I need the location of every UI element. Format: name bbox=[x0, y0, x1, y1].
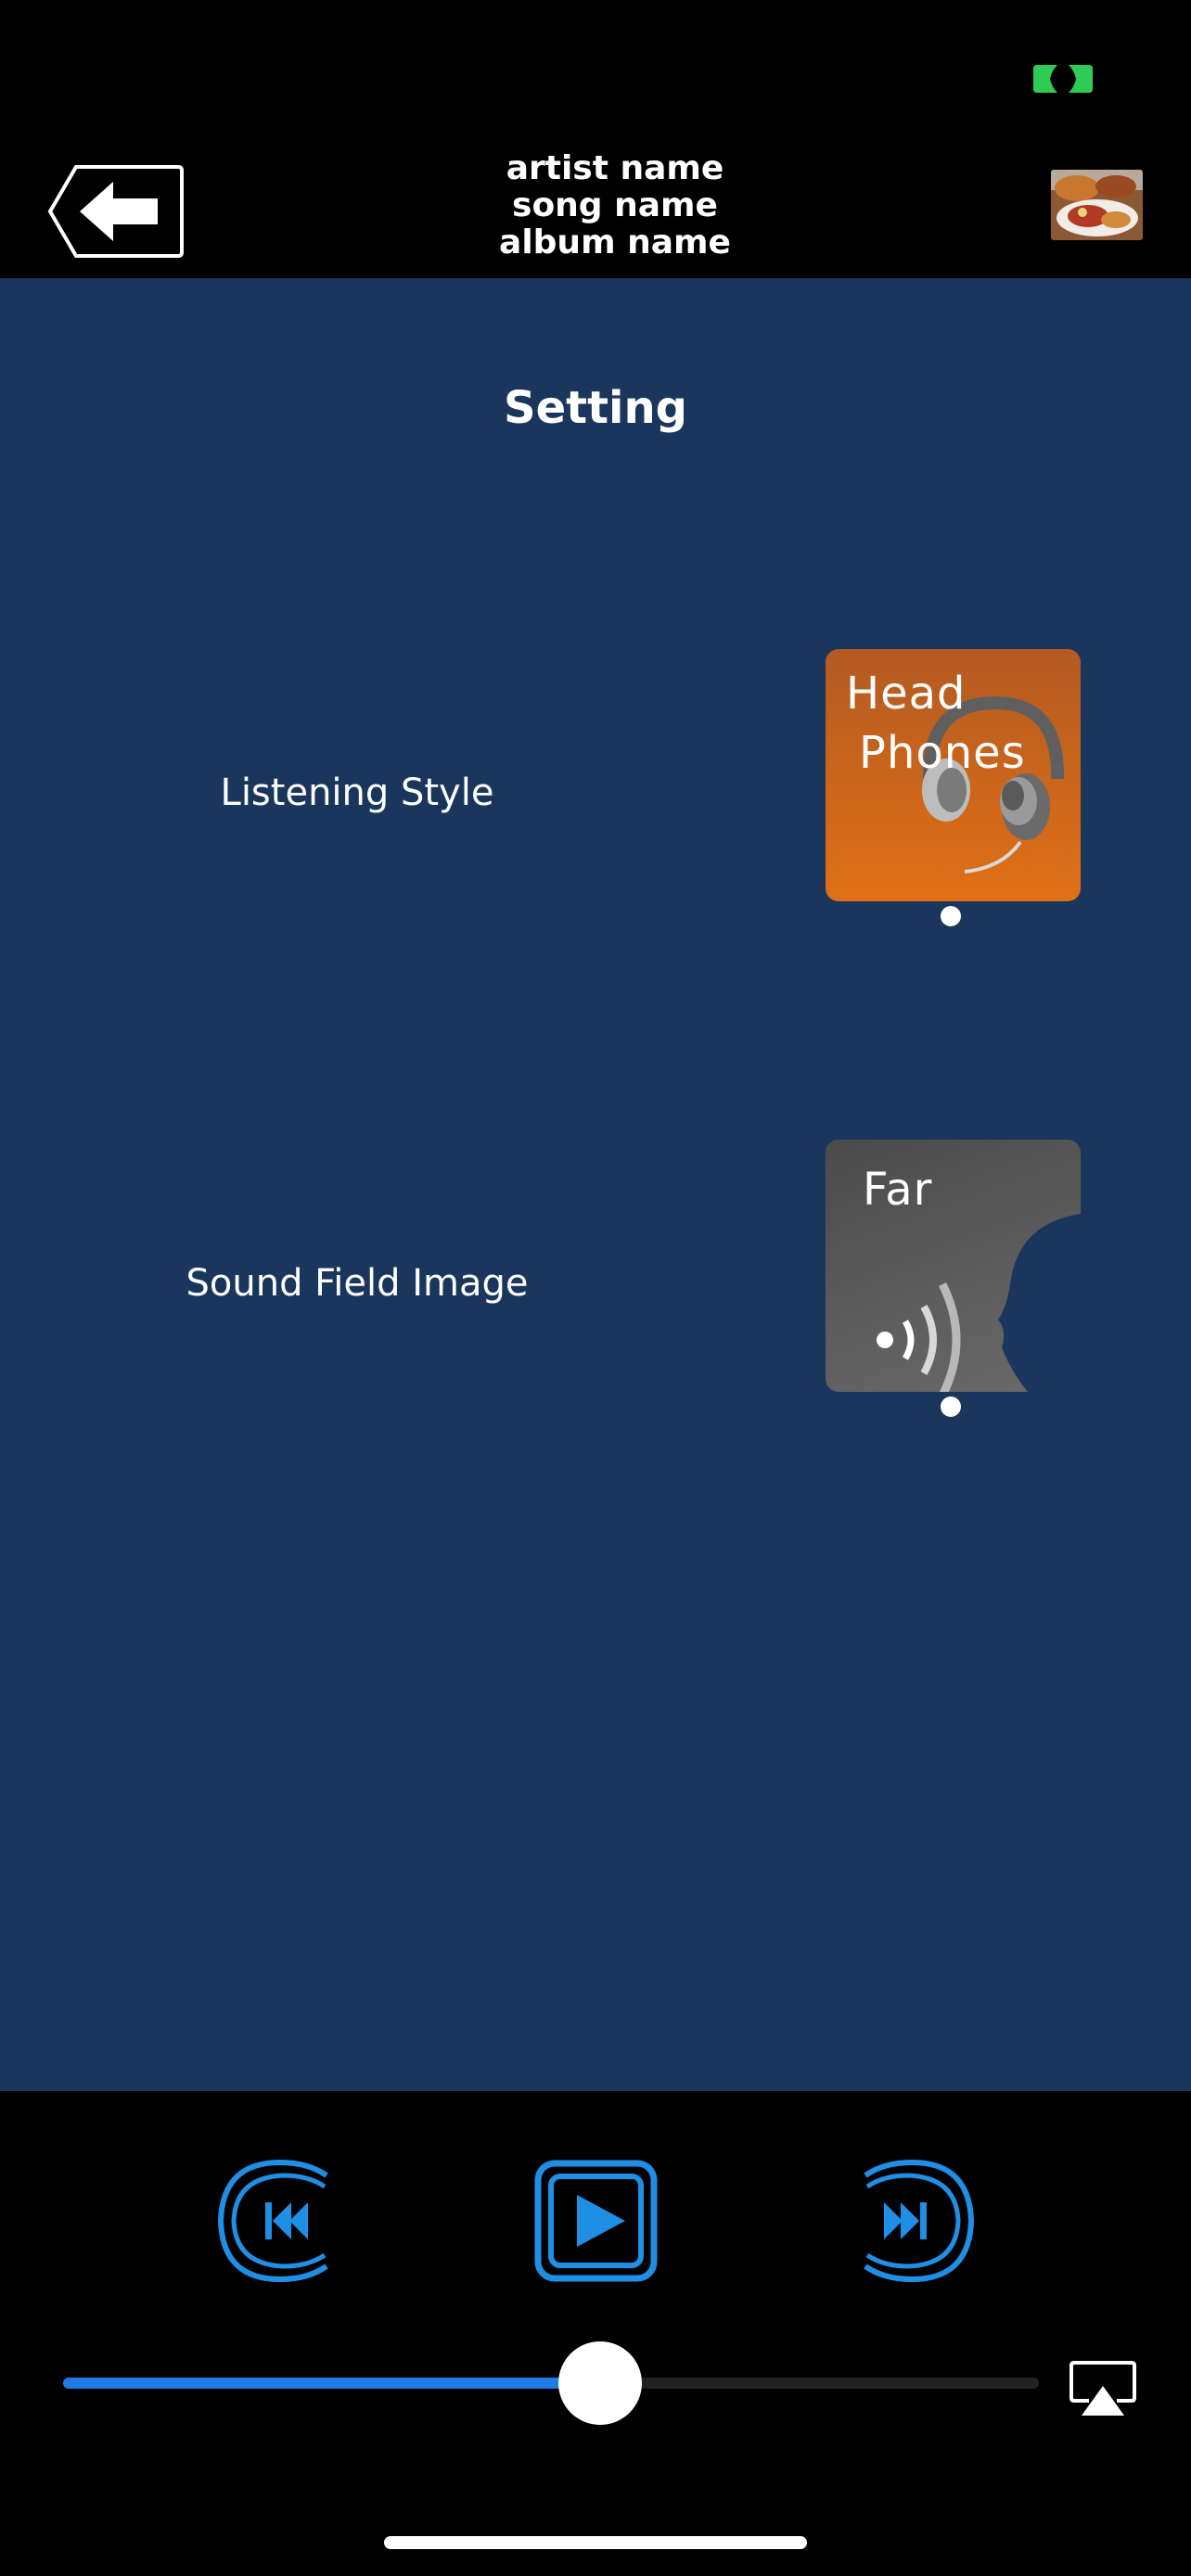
listening-style-page-dot bbox=[941, 906, 961, 926]
status-bar bbox=[0, 0, 1191, 148]
back-button[interactable] bbox=[46, 163, 186, 260]
rewind-icon bbox=[265, 2202, 308, 2239]
fast-forward-icon bbox=[884, 2202, 927, 2239]
listening-style-tile[interactable]: Head Phones bbox=[826, 649, 1081, 901]
track-info: artist name song name album name bbox=[380, 150, 850, 261]
playback-progress-slider[interactable] bbox=[63, 2378, 1039, 2389]
play-icon bbox=[577, 2195, 625, 2247]
sound-field-image-label: Sound Field Image bbox=[186, 1262, 529, 1305]
album-name: album name bbox=[499, 223, 731, 261]
far-tile-label: Far bbox=[863, 1164, 933, 1216]
artist-name: artist name bbox=[506, 149, 724, 187]
status-indicator-icon bbox=[1033, 65, 1093, 93]
next-track-button[interactable] bbox=[852, 2159, 977, 2283]
airplay-button[interactable] bbox=[1069, 2360, 1137, 2417]
arrow-left-icon bbox=[80, 182, 158, 241]
album-art-thumbnail[interactable] bbox=[1051, 170, 1143, 240]
headphones-tile-line1: Head bbox=[846, 668, 967, 720]
page-title: Setting bbox=[504, 382, 687, 434]
home-indicator bbox=[384, 2536, 807, 2549]
previous-track-button[interactable] bbox=[215, 2159, 340, 2283]
progress-fill bbox=[63, 2378, 600, 2389]
headphones-tile-line2: Phones bbox=[859, 727, 1026, 779]
sound-field-image-tile[interactable]: Far bbox=[826, 1140, 1081, 1392]
listening-style-label: Listening Style bbox=[220, 772, 494, 814]
progress-thumb[interactable] bbox=[558, 2341, 642, 2425]
song-name: song name bbox=[512, 186, 718, 224]
play-button[interactable] bbox=[534, 2160, 658, 2282]
sound-field-page-dot bbox=[941, 1396, 961, 1417]
